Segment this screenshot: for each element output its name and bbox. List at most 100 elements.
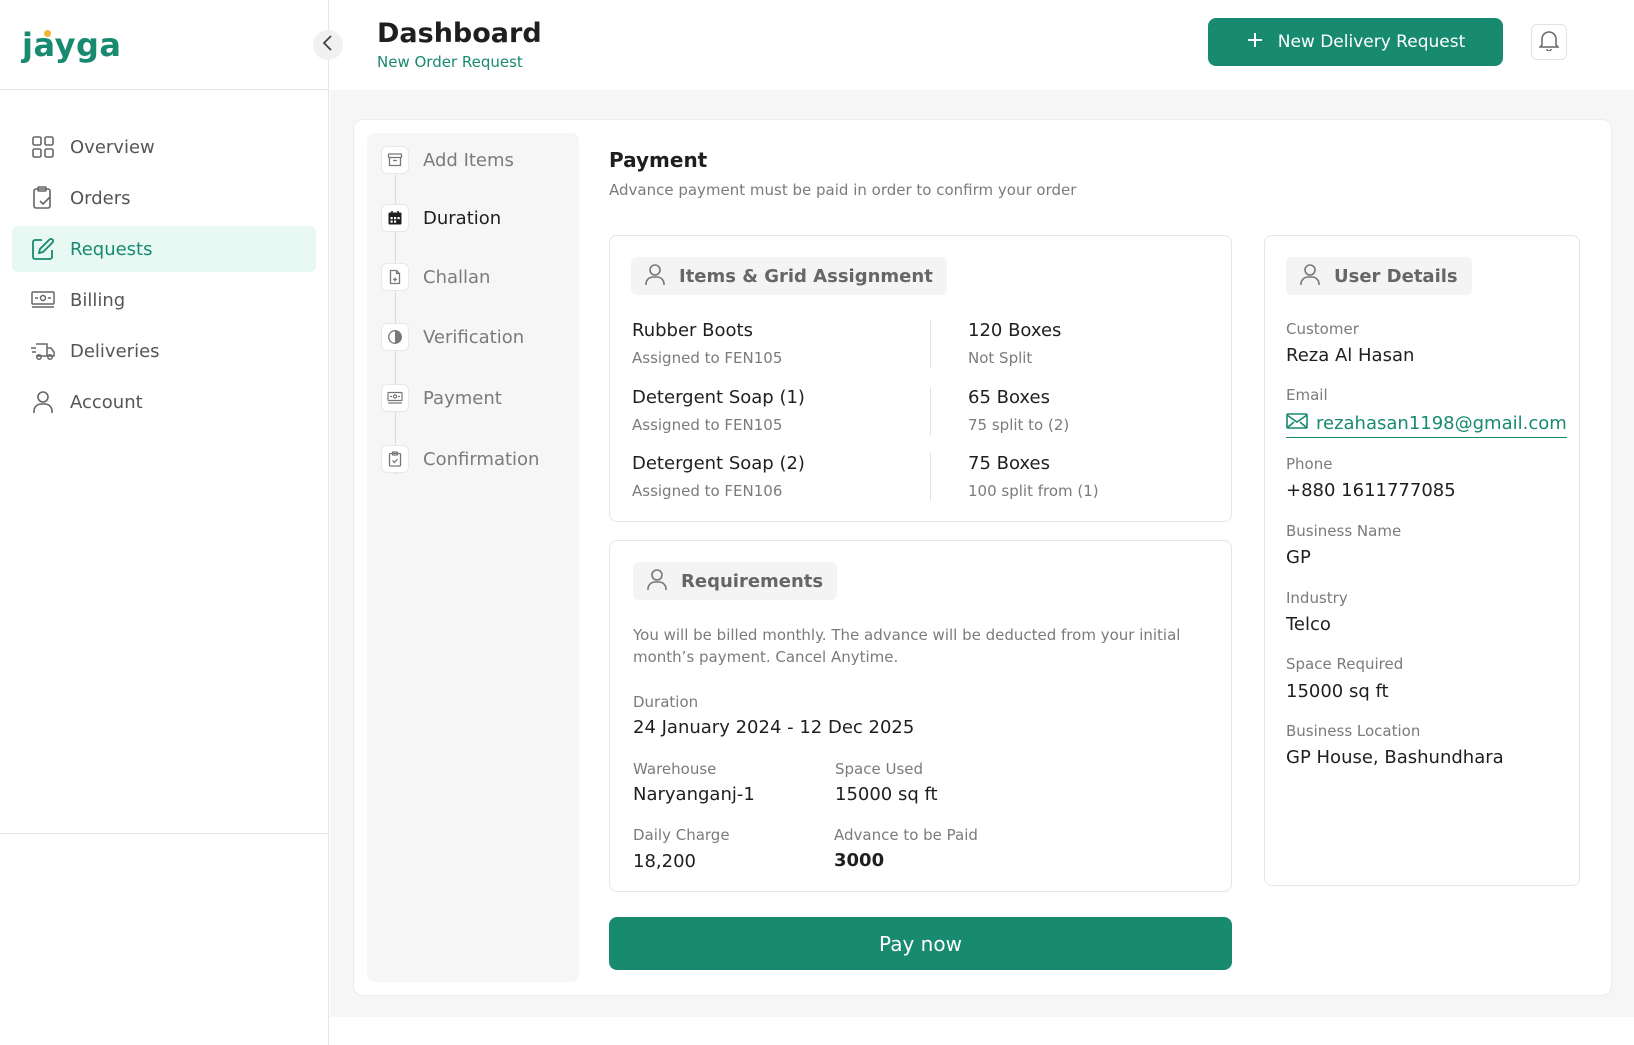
step-label: Verification [423, 326, 525, 348]
item-assigned: Assigned to FEN106 [632, 482, 783, 500]
space-used-value: 15000 sq ft [835, 784, 938, 805]
requirements-title: Requirements [681, 570, 824, 592]
user-details-header: User Details [1286, 257, 1472, 295]
step-label: Add Items [423, 149, 514, 171]
step-confirmation[interactable]: Confirmation [381, 445, 539, 473]
calendar-icon [381, 204, 409, 232]
industry-label: Industry [1286, 589, 1348, 607]
step-label: Confirmation [423, 448, 540, 470]
advance-value: 3000 [834, 850, 885, 871]
business-name-label: Business Name [1286, 522, 1402, 540]
sidebar-item-requests[interactable]: Requests [12, 226, 316, 272]
email-label: Email [1286, 386, 1328, 404]
sidebar-item-account[interactable]: Account [12, 379, 316, 425]
sidebar-item-deliveries[interactable]: Deliveries [12, 328, 316, 374]
step-payment[interactable]: Payment [381, 384, 502, 412]
truck-icon [30, 338, 56, 364]
column-divider [930, 453, 931, 501]
item-quantity: 120 Boxes [968, 320, 1062, 341]
item-quantity: 75 Boxes [968, 453, 1050, 474]
step-verification[interactable]: Verification [381, 323, 524, 351]
bell-icon [1538, 29, 1560, 55]
sidebar: jayga Overview Orders Requests Billing D… [0, 0, 329, 1045]
logo-area: jayga [0, 0, 329, 90]
collapse-sidebar-button[interactable] [313, 30, 343, 60]
logo-dot [44, 30, 51, 37]
billing-icon [381, 384, 409, 412]
warehouse-value: Naryanganj-1 [633, 784, 755, 805]
item-quantity: 65 Boxes [968, 387, 1050, 408]
step-label: Payment [423, 387, 502, 409]
column-divider [930, 320, 931, 368]
items-grid-title: Items & Grid Assignment [679, 265, 933, 287]
sidebar-item-overview[interactable]: Overview [12, 124, 316, 170]
pie-icon [381, 323, 409, 351]
item-assigned: Assigned to FEN105 [632, 416, 783, 434]
step-add-items[interactable]: Add Items [381, 146, 514, 174]
email-link[interactable]: rezahasan1198@gmail.com [1286, 412, 1567, 438]
item-split: 75 split to (2) [968, 416, 1070, 434]
pay-now-button[interactable]: Pay now [609, 917, 1232, 970]
step-label: Challan [423, 266, 491, 288]
step-challan[interactable]: Challan [381, 263, 490, 291]
phone-value: +880 1611777085 [1286, 480, 1456, 501]
sidebar-nav: Overview Orders Requests Billing Deliver… [12, 124, 316, 430]
business-location-label: Business Location [1286, 722, 1421, 740]
edit-icon [30, 236, 56, 262]
brand-logo[interactable]: jayga [22, 26, 121, 64]
sidebar-item-label: Requests [70, 238, 153, 260]
item-name: Rubber Boots [632, 320, 753, 341]
daily-charge-label: Daily Charge [633, 826, 730, 844]
business-name-value: GP [1286, 547, 1311, 568]
email-value: rezahasan1198@gmail.com [1316, 413, 1567, 434]
sidebar-item-label: Orders [70, 187, 131, 209]
customer-value: Reza Al Hasan [1286, 345, 1415, 366]
plus-icon [1246, 31, 1264, 54]
user-icon [30, 389, 56, 415]
step-label: Duration [423, 207, 502, 229]
sidebar-item-label: Billing [70, 289, 126, 311]
document-add-icon [381, 263, 409, 291]
billing-icon [30, 287, 56, 313]
clipboard-icon [381, 445, 409, 473]
item-name: Detergent Soap (1) [632, 387, 805, 408]
clipboard-check-icon [30, 185, 56, 211]
warehouse-label: Warehouse [633, 760, 717, 778]
step-duration[interactable]: Duration [381, 204, 501, 232]
space-required-label: Space Required [1286, 655, 1404, 673]
industry-value: Telco [1286, 614, 1331, 635]
item-name: Detergent Soap (2) [632, 453, 805, 474]
sidebar-divider [0, 833, 329, 834]
space-used-label: Space Used [835, 760, 924, 778]
mail-icon [1286, 412, 1308, 435]
column-divider [930, 387, 931, 435]
sidebar-item-orders[interactable]: Orders [12, 175, 316, 221]
sidebar-item-label: Overview [70, 136, 155, 158]
requirements-header: Requirements [633, 562, 838, 600]
item-split: 100 split from (1) [968, 482, 1099, 500]
order-stepper: Add Items Duration Challan Verification … [367, 133, 579, 982]
item-assigned: Assigned to FEN105 [632, 349, 783, 367]
page-title: Dashboard [377, 18, 542, 49]
payment-title: Payment [609, 148, 708, 172]
new-delivery-label: New Delivery Request [1277, 32, 1466, 52]
sidebar-item-billing[interactable]: Billing [12, 277, 316, 323]
advance-label: Advance to be Paid [834, 826, 978, 844]
payment-subtitle: Advance payment must be paid in order to… [609, 181, 1077, 199]
chevron-left-icon [321, 34, 335, 56]
new-delivery-request-button[interactable]: New Delivery Request [1208, 18, 1503, 66]
sidebar-item-label: Account [70, 391, 143, 413]
duration-label: Duration [633, 693, 699, 711]
grid-icon [30, 134, 56, 160]
customer-label: Customer [1286, 320, 1359, 338]
page-subtitle: New Order Request [377, 53, 523, 71]
archive-icon [381, 146, 409, 174]
user-icon [1298, 262, 1322, 291]
notifications-button[interactable] [1531, 24, 1567, 60]
duration-value: 24 January 2024 - 12 Dec 2025 [633, 717, 915, 738]
item-split: Not Split [968, 349, 1033, 367]
user-details-title: User Details [1334, 265, 1458, 287]
top-header: Dashboard New Order Request New Delivery… [329, 0, 1634, 90]
user-icon [645, 567, 669, 596]
daily-charge-value: 18,200 [633, 851, 696, 872]
